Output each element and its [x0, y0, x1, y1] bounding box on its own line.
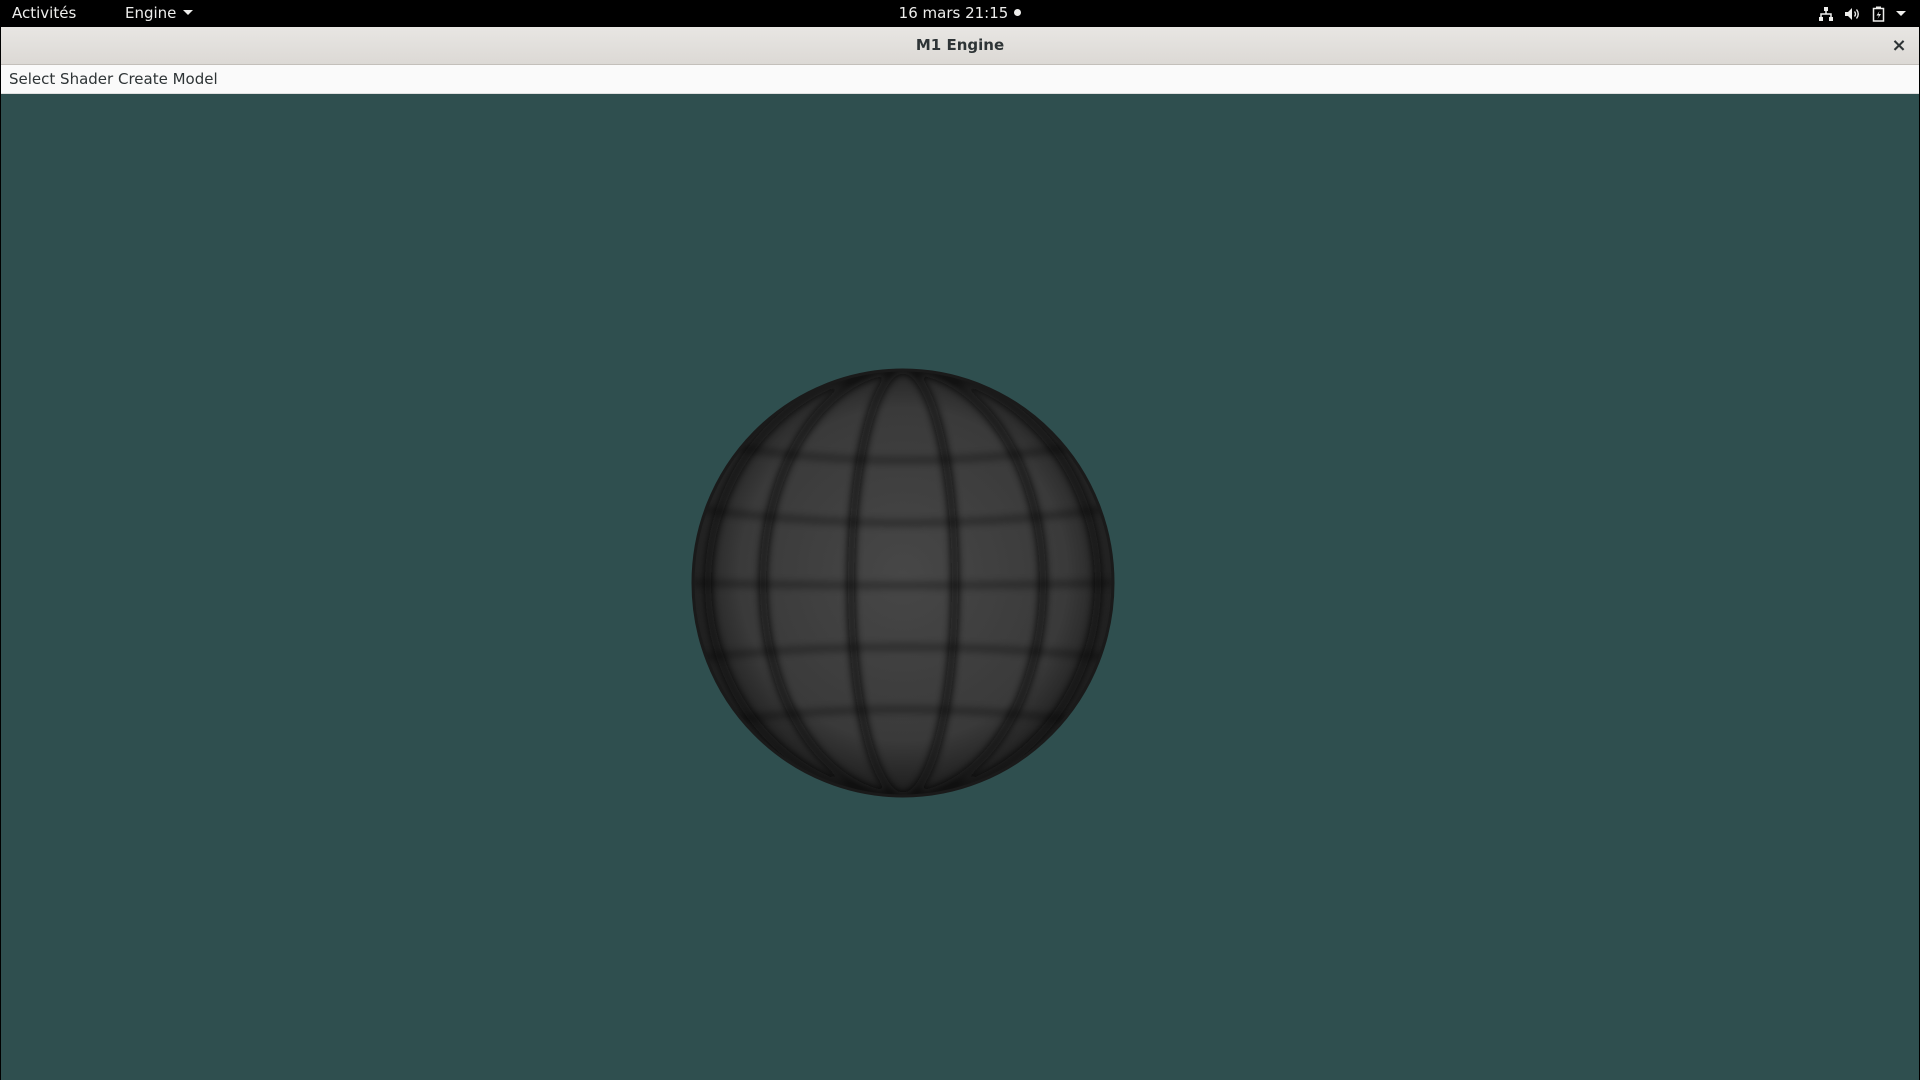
clock-label: 16 mars 21:15: [898, 4, 1009, 22]
app-menu-caret-icon: [183, 10, 194, 15]
window-title: M1 Engine: [915, 36, 1005, 54]
battery-icon: [1872, 6, 1886, 22]
network-icon: [1818, 6, 1834, 22]
menu-bar: Select Shader Create Model: [1, 65, 1919, 94]
app-menu-label: Engine: [125, 4, 177, 22]
window-titlebar[interactable]: M1 Engine ×: [1, 27, 1919, 65]
volume-icon: [1844, 6, 1862, 22]
notification-dot-icon: [1014, 9, 1022, 16]
clock-button[interactable]: 16 mars 21:15: [899, 4, 1022, 22]
render-viewport[interactable]: [1, 94, 1919, 1080]
app-window: M1 Engine × Select Shader Create Model: [1, 27, 1919, 1080]
close-icon: ×: [1891, 35, 1907, 56]
menu-item-select-shader[interactable]: Select Shader: [9, 65, 113, 93]
rendered-sphere: [691, 368, 1115, 798]
system-tray[interactable]: [1818, 0, 1906, 27]
menu-item-create-model[interactable]: Create Model: [118, 65, 218, 93]
activities-button[interactable]: Activités: [12, 0, 76, 27]
clock-area: 16 mars 21:15: [0, 0, 1920, 27]
system-menu-chevron-icon: [1896, 11, 1906, 16]
top-bar: Activités Engine 16 mars 21:15: [0, 0, 1920, 27]
close-button[interactable]: ×: [1889, 36, 1909, 56]
app-menu-button[interactable]: Engine: [125, 0, 194, 27]
